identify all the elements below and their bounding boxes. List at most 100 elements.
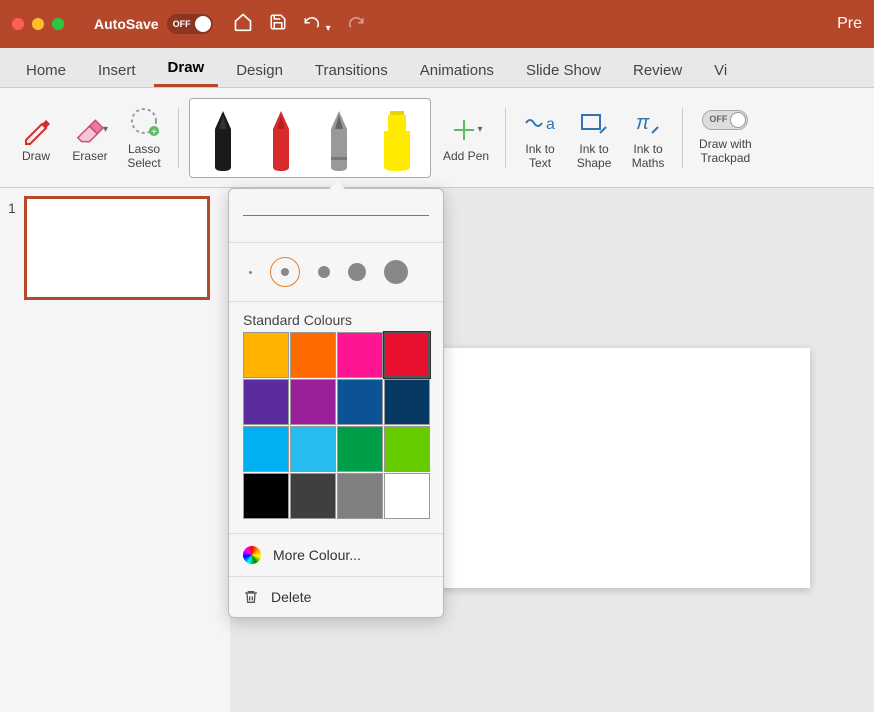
tab-insert[interactable]: Insert [84,54,150,87]
title-bar: AutoSave OFF ▾ Pre [0,0,874,48]
autosave-state: OFF [173,19,191,29]
home-icon[interactable] [233,12,253,37]
slide-thumbnails-panel: 1 [0,188,230,712]
color-swatch-12[interactable] [243,473,289,519]
pen-red[interactable] [254,103,308,173]
trackpad-label: Draw with Trackpad [699,138,752,164]
color-swatch-13[interactable] [290,473,336,519]
thickness-option-4[interactable] [384,260,408,284]
add-pen-label: Add Pen [443,150,489,163]
color-swatch-4[interactable] [243,379,289,425]
delete-pen-button[interactable]: Delete [229,576,443,617]
ink-to-text[interactable]: a Ink to Text [516,105,564,169]
color-swatch-15[interactable] [384,473,430,519]
color-swatch-2[interactable] [337,332,383,378]
draw-label: Draw [22,150,50,163]
highlighter-yellow[interactable] [370,103,424,173]
separator [682,108,683,168]
ribbon: Draw ▾ Eraser + Lasso Select ▾ [0,88,874,188]
eraser-label: Eraser [72,150,107,163]
save-icon[interactable] [269,13,287,36]
tab-design[interactable]: Design [222,54,297,87]
color-swatch-10[interactable] [337,426,383,472]
slide-thumbnail-row[interactable]: 1 [8,196,222,300]
tab-home[interactable]: Home [12,54,80,87]
ink-to-shape-label: Ink to Shape [577,143,612,169]
svg-text:a: a [546,116,555,133]
redo-icon[interactable] [347,13,365,36]
maximize-window[interactable] [52,18,64,30]
slide-thumbnail[interactable] [24,196,210,300]
toggle-knob [195,16,211,32]
slide-canvas[interactable] [410,348,810,588]
draw-icon [18,112,54,148]
trackpad-state: OFF [709,114,727,124]
ink-to-maths[interactable]: π Ink to Maths [624,105,672,169]
trackpad-toggle[interactable]: OFF [702,110,748,130]
quick-access-toolbar: ▾ [233,12,365,37]
more-colours-button[interactable]: More Colour... [229,533,443,576]
eraser-tool[interactable]: ▾ Eraser [66,112,114,163]
color-swatch-5[interactable] [290,379,336,425]
ink-to-text-icon: a [522,105,558,141]
tab-slideshow[interactable]: Slide Show [512,54,615,87]
colors-header: Standard Colours [229,302,443,332]
pen-options-dropdown: Standard Colours More Colour... Delete [228,188,444,618]
window-controls [12,18,64,30]
draw-tool[interactable]: Draw [12,112,60,163]
color-swatch-11[interactable] [384,426,430,472]
ink-to-shape-icon [576,105,612,141]
ink-to-text-label: Ink to Text [525,143,554,169]
thickness-option-1[interactable] [270,257,300,287]
color-swatch-8[interactable] [243,426,289,472]
ribbon-tabs: Home Insert Draw Design Transitions Anim… [0,48,874,88]
tab-review[interactable]: Review [619,54,696,87]
thickness-preview-section [229,189,443,243]
tab-transitions[interactable]: Transitions [301,54,402,87]
plus-icon: ▾ [448,112,484,148]
color-swatch-1[interactable] [290,332,336,378]
delete-label: Delete [271,589,311,605]
trash-icon [243,589,259,605]
thickness-section [229,243,443,302]
color-swatch-0[interactable] [243,332,289,378]
thickness-option-0[interactable] [249,271,252,274]
ink-to-maths-icon: π [630,105,666,141]
svg-text:π: π [636,112,650,134]
pen-black[interactable] [196,103,250,173]
color-swatch-3[interactable] [384,332,430,378]
draw-trackpad[interactable]: OFF Draw with Trackpad [693,110,758,164]
app-title: Pre [837,15,862,33]
add-pen-button[interactable]: ▾ Add Pen [437,112,495,163]
color-swatch-7[interactable] [384,379,430,425]
color-swatch-9[interactable] [290,426,336,472]
lasso-tool[interactable]: + Lasso Select [120,105,168,169]
lasso-icon: + [126,105,162,141]
more-colours-label: More Colour... [273,547,361,563]
thickness-options [243,257,429,287]
color-swatch-14[interactable] [337,473,383,519]
close-window[interactable] [12,18,24,30]
color-wheel-icon [243,546,261,564]
color-section: Standard Colours [229,302,443,533]
eraser-icon: ▾ [72,112,108,148]
pencil-gray[interactable] [312,103,366,173]
color-swatches [229,332,443,533]
autosave-toggle[interactable]: OFF [167,14,213,34]
minimize-window[interactable] [32,18,44,30]
tab-view[interactable]: Vi [700,54,741,87]
autosave-label: AutoSave [94,16,159,32]
tab-animations[interactable]: Animations [406,54,508,87]
ink-to-maths-label: Ink to Maths [632,143,665,169]
autosave-control: AutoSave OFF [94,14,213,34]
separator [505,108,506,168]
color-swatch-6[interactable] [337,379,383,425]
tab-draw[interactable]: Draw [154,51,219,87]
thickness-option-2[interactable] [318,266,330,278]
separator [178,108,179,168]
slide-number: 1 [8,196,16,300]
ink-to-shape[interactable]: Ink to Shape [570,105,618,169]
undo-icon[interactable]: ▾ [303,13,331,36]
lasso-label: Lasso Select [127,143,160,169]
thickness-option-3[interactable] [348,263,366,281]
